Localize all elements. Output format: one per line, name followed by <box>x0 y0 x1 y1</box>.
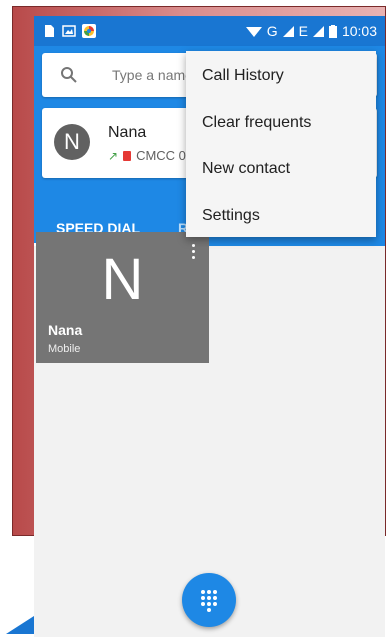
chrome-icon <box>82 24 96 38</box>
notification-icons <box>42 24 96 38</box>
wifi-icon <box>245 27 262 37</box>
phone-screen: G E 10:03 Type a name N Nana ↗ CMCC 0 SP… <box>34 16 385 637</box>
clock: 10:03 <box>341 23 377 39</box>
network-type: G <box>266 23 278 39</box>
contact-detail-row: ↗ CMCC 0 <box>108 148 186 163</box>
tile-phone-type: Mobile <box>48 343 81 355</box>
image-icon <box>62 25 76 37</box>
sd-card-icon <box>45 25 54 37</box>
search-placeholder: Type a name <box>112 67 193 83</box>
menu-item-clear-frequents[interactable]: Clear frequents <box>186 101 376 148</box>
more-vert-icon[interactable] <box>191 244 197 262</box>
tile-contact-name: Nana <box>48 322 83 338</box>
signal-fragment-icon <box>6 616 34 634</box>
menu-item-settings[interactable]: Settings <box>186 194 376 241</box>
dialpad-icon <box>201 590 219 612</box>
menu-item-call-history[interactable]: Call History <box>186 54 376 101</box>
dialpad-button[interactable] <box>182 573 236 627</box>
menu-item-new-contact[interactable]: New contact <box>186 147 376 194</box>
contact-name: Nana <box>108 124 147 141</box>
sim-icon <box>123 150 132 161</box>
contact-detail: CMCC 0 <box>136 148 186 163</box>
network-type-2: E <box>298 23 308 39</box>
signal-icon <box>282 25 294 37</box>
speed-dial-tile[interactable]: N Nana Mobile <box>36 232 209 363</box>
search-icon <box>61 67 77 83</box>
battery-icon <box>328 24 337 38</box>
avatar: N <box>54 124 90 160</box>
status-bar: G E 10:03 <box>34 16 385 46</box>
tile-avatar-letter: N <box>101 247 144 312</box>
signal-icon-2 <box>312 25 324 37</box>
outgoing-call-icon: ↗ <box>108 148 119 163</box>
overflow-menu: Call History Clear frequents New contact… <box>186 51 376 237</box>
system-icons: G E 10:03 <box>245 23 377 39</box>
